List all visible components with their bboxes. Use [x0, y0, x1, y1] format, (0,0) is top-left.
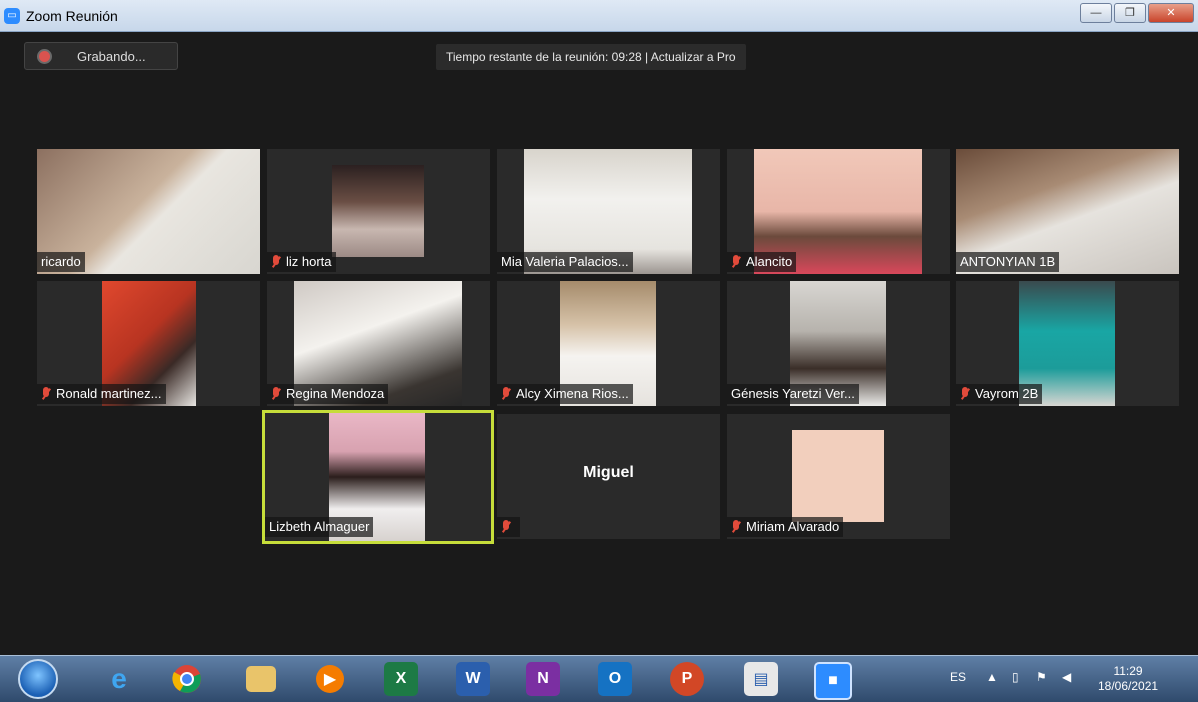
participant-tile[interactable]: Alcy Ximena Rios... [497, 281, 720, 406]
close-button[interactable]: ✕ [1148, 3, 1194, 23]
participant-name: Alancito [746, 254, 793, 269]
participant-name-label: Regina Mendoza [267, 384, 389, 404]
participant-name-label: Lizbeth Almaguer [265, 517, 374, 537]
participant-name-no-video: Miguel [583, 464, 634, 481]
restore-button[interactable]: ❐ [1114, 3, 1146, 23]
window-titlebar: ▭ Zoom Reunión — ❐ ✕ [0, 0, 1198, 32]
muted-microphone-icon [731, 520, 741, 534]
participant-tile[interactable]: Mia Valeria Palacios... [497, 149, 720, 274]
participant-name-label: ricardo [37, 252, 85, 272]
start-button[interactable] [18, 659, 58, 699]
minimize-button[interactable]: — [1080, 3, 1112, 23]
participant-video [792, 430, 884, 522]
participant-name: ricardo [41, 254, 81, 269]
file-explorer-icon[interactable] [246, 666, 276, 692]
participant-name-label: Alcy Ximena Rios... [497, 384, 633, 404]
participant-tile[interactable]: ricardo [37, 149, 260, 274]
muted-microphone-icon [501, 387, 511, 401]
participant-tile[interactable]: Ronald martinez... [37, 281, 260, 406]
meeting-area: Grabando... Tiempo restante de la reunió… [12, 32, 1198, 655]
system-clock[interactable]: 11:29 18/06/2021 [1098, 664, 1158, 694]
muted-microphone-icon [41, 387, 51, 401]
participant-name: Vayrom 2B [975, 386, 1039, 401]
participant-tile[interactable]: Alancito [727, 149, 950, 274]
participant-name: liz horta [286, 254, 332, 269]
muted-microphone-icon [271, 387, 281, 401]
outlook-icon[interactable]: O [598, 662, 632, 696]
muted-microphone-icon [501, 520, 511, 534]
clock-date: 18/06/2021 [1098, 679, 1159, 693]
participant-tile[interactable]: liz horta [267, 149, 490, 274]
participant-tile[interactable]: Regina Mendoza [267, 281, 490, 406]
action-center-flag-icon[interactable]: ⚑ [1036, 670, 1047, 684]
participant-name-label: Vayrom 2B [956, 384, 1043, 404]
excel-icon[interactable]: X [384, 662, 418, 696]
participant-name-label: Mia Valeria Palacios... [497, 252, 633, 272]
participant-name-label: Ronald martinez... [37, 384, 166, 404]
participant-name: Regina Mendoza [286, 386, 385, 401]
participant-name: Miriam Alvarado [746, 519, 840, 534]
battery-icon[interactable]: ▯ [1012, 670, 1019, 684]
participant-name-label: Alancito [727, 252, 797, 272]
muted-microphone-icon [271, 255, 281, 269]
participant-tile[interactable]: Miguel [497, 414, 720, 539]
meeting-time-remaining-banner[interactable]: Tiempo restante de la reunión: 09:28 | A… [436, 44, 746, 70]
internet-explorer-icon[interactable]: e [102, 662, 136, 696]
participant-name: Ronald martinez... [56, 386, 162, 401]
volume-icon[interactable]: ◀ [1062, 670, 1071, 684]
window-title: Zoom Reunión [26, 8, 118, 24]
clock-time: 11:29 [1113, 664, 1143, 678]
zoom-icon[interactable]: ■ [814, 662, 852, 700]
task-window-icon[interactable]: ▤ [744, 662, 778, 696]
participant-name: ANTONYIAN 1B [960, 254, 1056, 269]
recording-label: Grabando... [77, 49, 146, 64]
recording-indicator[interactable]: Grabando... [24, 42, 178, 70]
window-controls: — ❐ ✕ [1080, 3, 1194, 23]
show-hidden-icons-icon[interactable]: ▲ [986, 670, 998, 684]
record-icon [39, 51, 50, 62]
participant-name-label: Génesis Yaretzi Ver... [727, 384, 859, 404]
participant-tile[interactable]: Vayrom 2B [956, 281, 1179, 406]
participant-tile-active-speaker[interactable]: Lizbeth Almaguer [262, 410, 494, 544]
media-player-icon[interactable]: ▶ [316, 665, 344, 693]
participant-name-label: liz horta [267, 252, 336, 272]
participant-name: Mia Valeria Palacios... [501, 254, 629, 269]
zoom-app-icon: ▭ [4, 8, 20, 24]
participant-tile[interactable]: ANTONYIAN 1B [956, 149, 1179, 274]
chrome-icon[interactable] [170, 662, 204, 696]
powerpoint-icon[interactable]: P [670, 662, 704, 696]
muted-microphone-icon [731, 255, 741, 269]
participant-tile[interactable]: Génesis Yaretzi Ver... [727, 281, 950, 406]
participant-name: Génesis Yaretzi Ver... [731, 386, 855, 401]
participant-name-label [497, 517, 520, 537]
participant-name-label: ANTONYIAN 1B [956, 252, 1060, 272]
participant-name: Lizbeth Almaguer [269, 519, 370, 534]
participant-tile[interactable]: Miriam Alvarado [727, 414, 950, 539]
muted-microphone-icon [960, 387, 970, 401]
word-icon[interactable]: W [456, 662, 490, 696]
participant-name-label: Miriam Alvarado [727, 517, 844, 537]
onenote-icon[interactable]: N [526, 662, 560, 696]
participant-video [332, 165, 424, 257]
windows-taskbar: e ▶ X W N O P ▤ ■ ES ▲ ▯ ⚑ ◀ 11:29 18/06… [0, 655, 1198, 702]
participant-name: Alcy Ximena Rios... [516, 386, 629, 401]
language-indicator[interactable]: ES [950, 670, 966, 684]
